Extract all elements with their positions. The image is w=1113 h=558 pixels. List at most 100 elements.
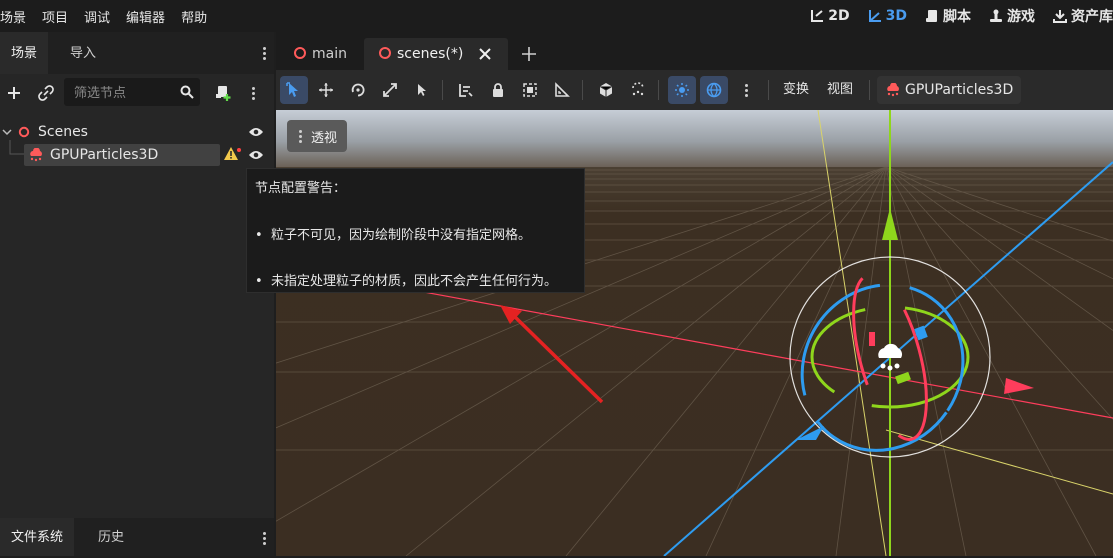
perspective-menu-button[interactable]: 透视 [287, 120, 348, 152]
tooltip-title: 节点配置警告： [255, 181, 347, 196]
left-dock: 场景 导入 [0, 32, 274, 556]
filesystem-dock-menu-icon[interactable] [263, 530, 267, 547]
cube-icon [599, 83, 613, 97]
tab-filesystem[interactable]: 文件系统 [0, 518, 75, 556]
ruler-icon [555, 82, 570, 97]
filter-nodes-input[interactable] [72, 83, 176, 103]
move-mode-button[interactable] [312, 76, 340, 104]
attach-script-icon[interactable] [214, 84, 232, 102]
lock-icon [493, 83, 503, 97]
link-icon[interactable] [38, 85, 54, 101]
select-mode-button[interactable] [280, 76, 308, 104]
preview-menu-icon[interactable] [745, 82, 749, 99]
warning-icon[interactable] [223, 146, 243, 162]
tab-main-label: main [312, 46, 347, 62]
sky [276, 110, 1113, 167]
main-menu: 场景 项目 调试 编辑器 帮助 [0, 0, 223, 32]
scene-node-icon [379, 47, 391, 59]
list-select-button[interactable] [408, 76, 436, 104]
scale-mode-button[interactable] [376, 76, 404, 104]
group-button[interactable] [516, 76, 544, 104]
environment-preview-button[interactable] [700, 76, 728, 104]
node3d-icon [18, 126, 30, 138]
perspective-label: 透视 [311, 130, 338, 146]
local-space-button[interactable] [452, 76, 480, 104]
menu-help[interactable]: 帮助 [181, 7, 207, 26]
gpu-particles-icon [30, 148, 42, 162]
tab-scenes-label: scenes(*) [397, 46, 464, 62]
2d-icon [811, 10, 824, 22]
globe-icon [706, 82, 722, 98]
gpu-particles-icon [887, 83, 899, 97]
sun-preview-button[interactable] [668, 76, 696, 104]
toolbar-separator [869, 80, 870, 100]
node-menu-label: GPUParticles3D [905, 82, 1014, 98]
tab-import[interactable]: 导入 [59, 32, 107, 74]
close-icon[interactable] [479, 48, 491, 60]
top-bar: 场景 项目 调试 编辑器 帮助 2D 3D 脚本 游戏 资产库 [0, 0, 1113, 32]
tab-scene[interactable]: 场景 [0, 32, 49, 74]
asset-library-icon [1053, 10, 1067, 23]
tree-item-gpuparticles3d[interactable]: GPUParticles3D [50, 144, 158, 166]
scene-dock-menu-icon[interactable] [263, 45, 267, 62]
menu-editor[interactable]: 编辑器 [126, 7, 165, 26]
mode-script-label: 脚本 [943, 9, 971, 25]
rotate-icon [351, 83, 365, 97]
particles-emit-button[interactable] [624, 76, 652, 104]
filter-nodes-field [64, 78, 200, 106]
mode-2d-label: 2D [828, 8, 850, 24]
mode-asset-library-button[interactable]: 资产库 [1053, 6, 1113, 26]
visibility-eye-icon[interactable] [248, 126, 264, 138]
mode-3d-button[interactable]: 3D [868, 8, 907, 24]
menu-scene[interactable]: 场景 [0, 7, 26, 26]
menu-debug[interactable]: 调试 [84, 7, 110, 26]
toolbar-separator [442, 80, 443, 100]
chevron-down-icon[interactable] [2, 127, 12, 137]
visibility-eye-icon[interactable] [248, 149, 264, 161]
node-warning-tooltip: 节点配置警告： • 粒子不可见，因为绘制阶段中没有指定网格。 • 未指定处理粒子… [246, 168, 585, 293]
sun-icon [675, 83, 689, 97]
add-node-icon[interactable] [6, 85, 22, 101]
toolbar-separator [768, 80, 769, 100]
scale-icon [383, 83, 397, 97]
rotate-mode-button[interactable] [344, 76, 372, 104]
scene-node-icon [294, 47, 306, 59]
tab-scenes[interactable]: scenes(*) [364, 38, 508, 70]
lock-button[interactable] [484, 76, 512, 104]
mode-game-label: 游戏 [1007, 9, 1035, 25]
tooltip-item-text: 粒子不可见，因为绘制阶段中没有指定网格。 [270, 228, 531, 243]
snap-button[interactable] [592, 76, 620, 104]
mode-game-button[interactable]: 游戏 [989, 6, 1035, 26]
menu-project[interactable]: 项目 [42, 7, 68, 26]
scene-tree-menu-icon[interactable] [252, 85, 256, 102]
emit-icon [632, 82, 644, 96]
group-icon [523, 83, 537, 97]
scene-dock-header: 场景 导入 [0, 32, 274, 74]
transform-menu[interactable]: 变换 [783, 70, 809, 110]
view-menu[interactable]: 视图 [827, 70, 853, 110]
cursor-icon [418, 84, 426, 96]
tab-history[interactable]: 历史 [87, 518, 135, 556]
viewport-toolbar: 变换 视图 GPUParticles3D [276, 70, 1113, 110]
3d-icon [868, 10, 881, 22]
tooltip-item-text: 未指定处理粒子的材质，因此不会产生任何行为。 [270, 274, 557, 289]
mode-2d-button[interactable]: 2D [810, 8, 850, 24]
tooltip-item: • 未指定处理粒子的材质，因此不会产生任何行为。 [255, 274, 557, 289]
mode-3d-label: 3D [885, 8, 907, 24]
move-icon [319, 83, 333, 97]
mode-asset-library-label: 资产库 [1071, 9, 1113, 25]
mode-script-button[interactable]: 脚本 [925, 6, 971, 26]
workspace-switcher: 2D 3D 脚本 游戏 资产库 [792, 0, 1113, 32]
tooltip-item: • 粒子不可见，因为绘制阶段中没有指定网格。 [255, 228, 531, 243]
tree-item-scenes[interactable]: Scenes [38, 121, 88, 143]
select-mode-icon [286, 82, 298, 97]
script-icon [926, 10, 937, 22]
align-icon [459, 84, 473, 97]
add-tab-icon[interactable] [521, 46, 537, 62]
ruler-button[interactable] [548, 76, 576, 104]
toolbar-separator [658, 80, 659, 100]
game-icon [990, 9, 1002, 22]
node-menu-button[interactable]: GPUParticles3D [877, 76, 1022, 104]
tab-main[interactable]: main [286, 38, 355, 70]
perspective-menu-icon [299, 128, 303, 145]
